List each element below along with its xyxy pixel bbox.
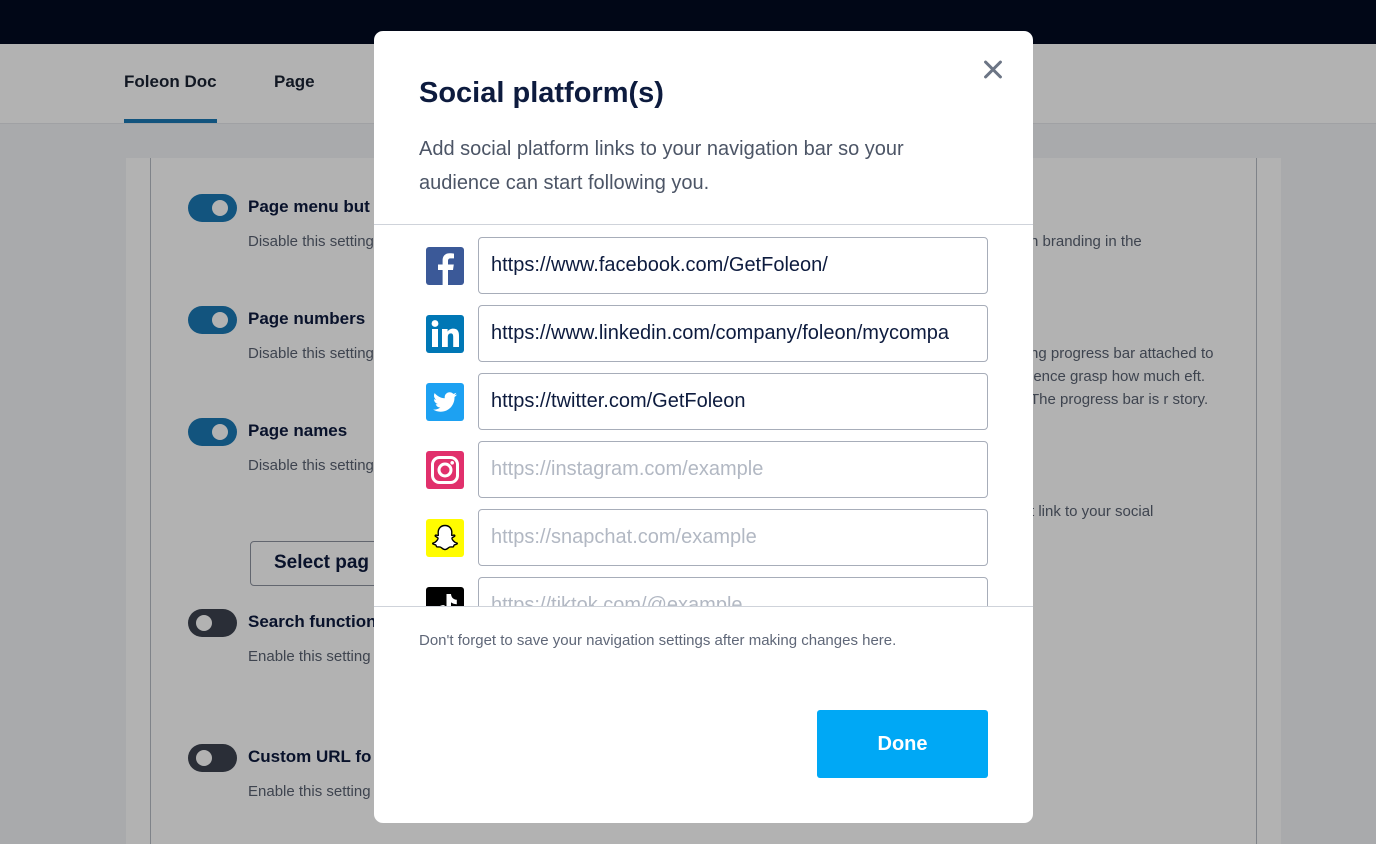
list-item bbox=[374, 509, 1033, 567]
list-item bbox=[374, 441, 1033, 499]
facebook-icon bbox=[426, 247, 464, 285]
tiktok-url-input[interactable] bbox=[478, 577, 988, 606]
facebook-url-input[interactable] bbox=[478, 237, 988, 294]
list-item bbox=[374, 305, 1033, 363]
snapchat-url-input[interactable] bbox=[478, 509, 988, 566]
instagram-url-input[interactable] bbox=[478, 441, 988, 498]
linkedin-url-input[interactable] bbox=[478, 305, 988, 362]
close-icon[interactable] bbox=[978, 55, 1008, 85]
twitter-icon bbox=[426, 383, 464, 421]
twitter-url-input[interactable] bbox=[478, 373, 988, 430]
snapchat-icon bbox=[426, 519, 464, 557]
modal-title: Social platform(s) bbox=[419, 77, 664, 109]
done-button[interactable]: Done bbox=[817, 710, 988, 778]
social-platforms-modal: Social platform(s) Add social platform l… bbox=[374, 31, 1033, 823]
social-links-list[interactable] bbox=[374, 225, 1033, 606]
divider bbox=[374, 606, 1033, 607]
save-reminder-note: Don't forget to save your navigation set… bbox=[419, 632, 897, 649]
list-item bbox=[374, 237, 1033, 295]
instagram-icon bbox=[426, 451, 464, 489]
list-item bbox=[374, 373, 1033, 431]
list-item bbox=[374, 577, 1033, 606]
modal-description: Add social platform links to your naviga… bbox=[419, 138, 904, 194]
tiktok-icon bbox=[426, 587, 464, 606]
linkedin-icon bbox=[426, 315, 464, 353]
